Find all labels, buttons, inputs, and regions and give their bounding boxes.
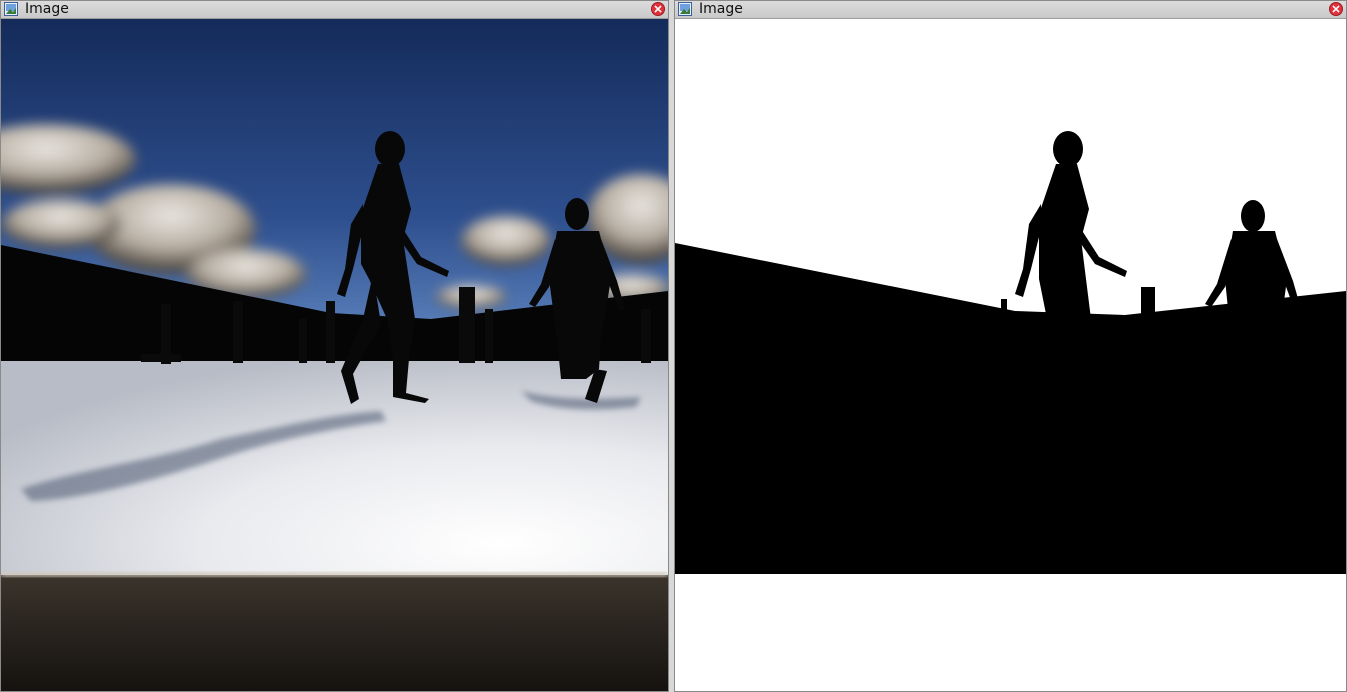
window-titlebar[interactable]: Image xyxy=(1,1,668,19)
image-window-left[interactable]: Image xyxy=(0,0,669,692)
close-icon[interactable] xyxy=(1329,2,1343,16)
image-app-icon xyxy=(4,2,18,16)
window-titlebar[interactable]: Image xyxy=(675,1,1346,19)
window-title: Image xyxy=(699,1,743,17)
close-icon[interactable] xyxy=(651,2,665,16)
image-viewport[interactable] xyxy=(1,19,668,691)
image-viewport[interactable] xyxy=(675,19,1346,691)
rendered-scene-image xyxy=(1,19,668,691)
window-title: Image xyxy=(25,1,69,17)
binary-mask-image xyxy=(675,19,1346,691)
image-app-icon xyxy=(678,2,692,16)
image-window-right[interactable]: Image xyxy=(674,0,1347,692)
